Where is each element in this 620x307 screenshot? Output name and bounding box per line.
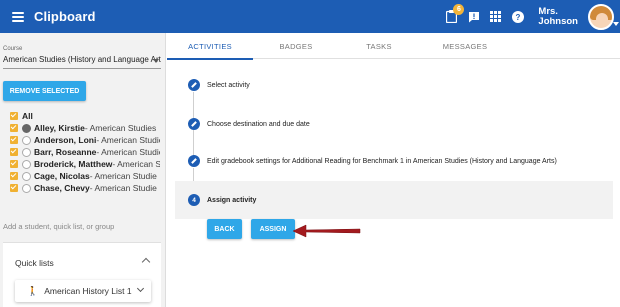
edit-icon bbox=[188, 155, 200, 167]
clipboard-icon[interactable]: 6 bbox=[445, 4, 465, 23]
tab-activities[interactable]: ACTIVITIES bbox=[167, 33, 253, 60]
apps-grid-icon[interactable] bbox=[489, 10, 502, 23]
chevron-up-icon[interactable] bbox=[141, 257, 151, 267]
hamburger-menu-icon[interactable] bbox=[12, 11, 24, 22]
add-student-input[interactable]: Add a student, quick list, or group bbox=[3, 222, 114, 231]
checkbox[interactable] bbox=[10, 160, 18, 168]
user-placeholder-icon bbox=[22, 135, 31, 145]
svg-text:?: ? bbox=[515, 13, 520, 22]
list-item[interactable]: Barr, Roseanne - American Studie bbox=[10, 146, 160, 158]
edit-icon bbox=[188, 79, 200, 91]
list-item[interactable]: Chase, Chevy - American Studie bbox=[10, 182, 160, 194]
step-choose-destination[interactable]: Choose destination and due date bbox=[175, 117, 613, 131]
quick-lists-panel: Quick lists 🚶 American History List 1 bbox=[3, 242, 161, 307]
course-label: Course bbox=[3, 46, 23, 52]
checkbox[interactable] bbox=[10, 148, 18, 156]
person-walking-icon: 🚶 bbox=[27, 285, 39, 296]
checkbox[interactable] bbox=[10, 136, 18, 144]
tab-tasks[interactable]: TASKS bbox=[339, 33, 419, 59]
avatar[interactable] bbox=[588, 3, 614, 30]
checkbox[interactable] bbox=[10, 124, 18, 132]
list-item[interactable]: Cage, Nicolas - American Studie bbox=[10, 170, 160, 182]
user-name[interactable]: Mrs. Johnson bbox=[538, 6, 578, 27]
help-icon[interactable]: ? bbox=[511, 10, 524, 23]
step-edit-gradebook[interactable]: Edit gradebook settings for Additional R… bbox=[175, 154, 613, 168]
step-number: 4 bbox=[188, 194, 200, 206]
student-list: All Alley, Kirstie - American Studies An… bbox=[10, 110, 160, 194]
user-placeholder-icon bbox=[22, 171, 31, 181]
checkbox[interactable] bbox=[10, 112, 18, 120]
checkbox[interactable] bbox=[10, 172, 18, 180]
annotation-arrow-icon bbox=[292, 224, 361, 238]
user-placeholder-icon bbox=[22, 147, 31, 157]
checkbox[interactable] bbox=[10, 184, 18, 192]
chevron-down-icon[interactable] bbox=[613, 22, 619, 26]
list-item-all[interactable]: All bbox=[10, 110, 160, 122]
step-assign-activity: 4 Assign activity bbox=[175, 181, 613, 219]
tab-bar: ACTIVITIES BADGES TASKS MESSAGES bbox=[167, 33, 620, 60]
student-photo-icon bbox=[22, 123, 31, 133]
edit-icon bbox=[188, 118, 200, 130]
quick-list-select[interactable]: 🚶 American History List 1 bbox=[15, 280, 151, 302]
chevron-down-icon bbox=[136, 284, 145, 293]
quick-lists-title: Quick lists bbox=[15, 258, 54, 268]
list-item[interactable]: Anderson, Loni - American Studie bbox=[10, 134, 160, 146]
step-select-activity[interactable]: Select activity bbox=[175, 78, 613, 92]
message-alert-icon[interactable] bbox=[467, 10, 480, 23]
back-button[interactable]: BACK bbox=[207, 219, 242, 239]
tab-badges[interactable]: BADGES bbox=[253, 33, 339, 59]
list-item[interactable]: Broderick, Matthew - American S bbox=[10, 158, 160, 170]
app-title: Clipboard bbox=[34, 9, 96, 24]
user-placeholder-icon bbox=[22, 183, 31, 193]
app-bar: Clipboard 6 ? Mrs. Johnson bbox=[0, 0, 620, 33]
list-item[interactable]: Alley, Kirstie - American Studies bbox=[10, 122, 160, 134]
chevron-down-icon bbox=[153, 59, 159, 63]
tab-messages[interactable]: MESSAGES bbox=[419, 33, 511, 59]
remove-selected-button[interactable]: REMOVE SELECTED bbox=[3, 81, 86, 101]
notification-badge: 6 bbox=[453, 4, 465, 15]
assign-button[interactable]: ASSIGN bbox=[251, 219, 295, 239]
sidebar: Course American Studies (History and Lan… bbox=[0, 33, 166, 307]
user-placeholder-icon bbox=[22, 159, 31, 169]
course-select[interactable]: American Studies (History and Language A… bbox=[3, 55, 161, 69]
